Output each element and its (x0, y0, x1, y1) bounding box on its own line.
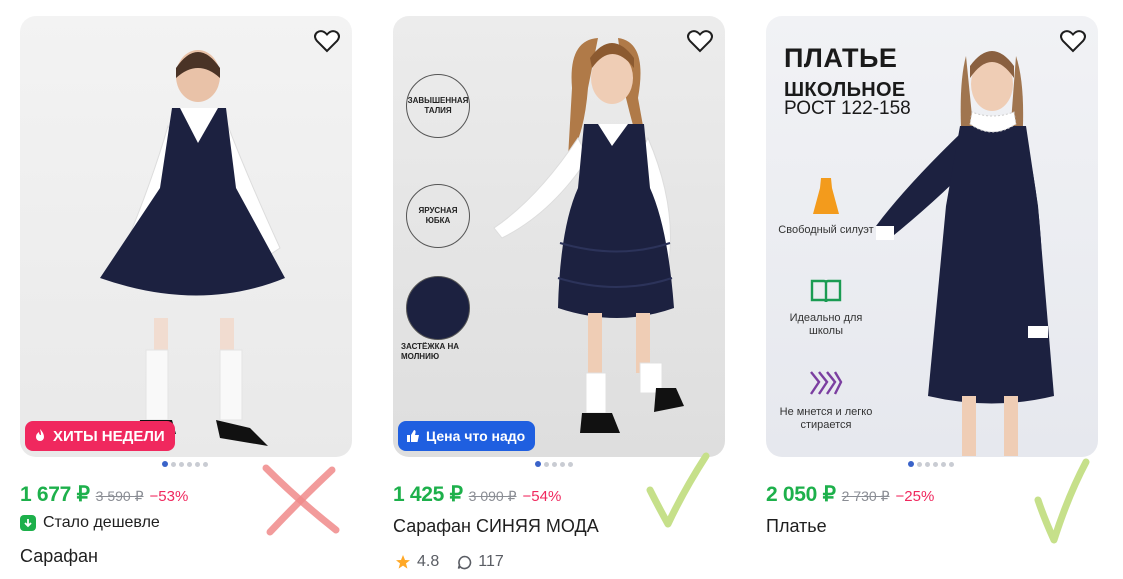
photo-detail-image (406, 276, 470, 340)
dress-icon (813, 178, 839, 214)
promo-label: Стало дешевле (20, 514, 160, 532)
price-row: 2 050 ₽ 2 730 ₽ −25% (766, 482, 934, 507)
favorite-button[interactable] (1058, 26, 1088, 56)
star-icon (396, 555, 410, 569)
promo-text: Стало дешевле (43, 514, 160, 531)
rating-value: 4.8 (417, 553, 440, 570)
product-card-1[interactable]: ХИТЫ НЕДЕЛИ 1 677 ₽ 3 590 ₽ −53% Стало д… (20, 16, 352, 566)
price: 1 425 ₽ (393, 483, 463, 506)
poster-feature: Свободный силуэт (774, 176, 878, 237)
photo-label: ЗАВЫШЕННАЯ ТАЛИЯ (406, 74, 470, 138)
product-photo[interactable]: ПЛАТЬЕ ШКОЛЬНОЕ РОСТ 122-158 Свободный с… (766, 16, 1098, 457)
reviews-count: 117 (478, 553, 504, 570)
photo-label: ЗАСТЁЖКА НА МОЛНИЮ (401, 342, 460, 362)
heart-icon (314, 30, 340, 53)
price: 1 677 ₽ (20, 483, 90, 506)
heart-icon (687, 30, 713, 53)
discount: −54% (522, 488, 562, 505)
fire-icon (36, 429, 44, 441)
product-photo[interactable]: ЗАВЫШЕННАЯ ТАЛИЯ ЯРУСНАЯ ЮБКА ЗАСТЁЖКА Н… (393, 16, 725, 457)
chat-icon (457, 555, 472, 569)
favorite-button[interactable] (685, 26, 715, 56)
rating-row[interactable]: 4.8 117 (395, 553, 504, 571)
product-image (80, 38, 310, 457)
photo-label: ЯРУСНАЯ ЮБКА (406, 184, 470, 248)
product-title[interactable]: Платье (766, 516, 827, 537)
reject-mark (262, 464, 340, 536)
price-row: 1 425 ₽ 3 090 ₽ −54% (393, 482, 561, 507)
image-carousel-dots[interactable] (908, 461, 954, 467)
product-image (488, 28, 708, 453)
product-image (866, 36, 1096, 456)
price: 2 050 ₽ (766, 483, 836, 506)
approve-mark (646, 452, 710, 528)
favorite-button[interactable] (312, 26, 342, 56)
badge-label: Цена что надо (426, 428, 526, 444)
product-title[interactable]: Сарафан (20, 546, 98, 567)
image-carousel-dots[interactable] (162, 461, 208, 467)
discount: −25% (895, 488, 935, 505)
book-icon (810, 279, 842, 303)
old-price: 3 090 ₽ (468, 488, 517, 504)
product-card-3[interactable]: ПЛАТЬЕ ШКОЛЬНОЕ РОСТ 122-158 Свободный с… (766, 16, 1098, 536)
fabric-icon (810, 371, 843, 395)
price-row: 1 677 ₽ 3 590 ₽ −53% (20, 482, 188, 507)
thumbs-up-icon (407, 430, 419, 442)
product-photo[interactable]: ХИТЫ НЕДЕЛИ (20, 16, 352, 457)
price-down-icon (20, 515, 36, 531)
hit-badge: ХИТЫ НЕДЕЛИ (25, 421, 175, 451)
product-card-2[interactable]: ЗАВЫШЕННАЯ ТАЛИЯ ЯРУСНАЯ ЮБКА ЗАСТЁЖКА Н… (393, 16, 725, 570)
image-carousel-dots[interactable] (535, 461, 573, 467)
discount: −53% (149, 488, 189, 505)
product-title[interactable]: Сарафан СИНЯЯ МОДА (393, 516, 599, 537)
heart-icon (1060, 30, 1086, 53)
poster-feature: Идеально для школы (774, 278, 878, 338)
badge-label: ХИТЫ НЕДЕЛИ (53, 427, 165, 445)
price-badge: Цена что надо (398, 421, 536, 451)
old-price: 3 590 ₽ (95, 488, 144, 504)
poster-feature: Не мнется и легко стирается (774, 368, 878, 432)
old-price: 2 730 ₽ (841, 488, 890, 504)
approve-mark (1034, 458, 1090, 544)
